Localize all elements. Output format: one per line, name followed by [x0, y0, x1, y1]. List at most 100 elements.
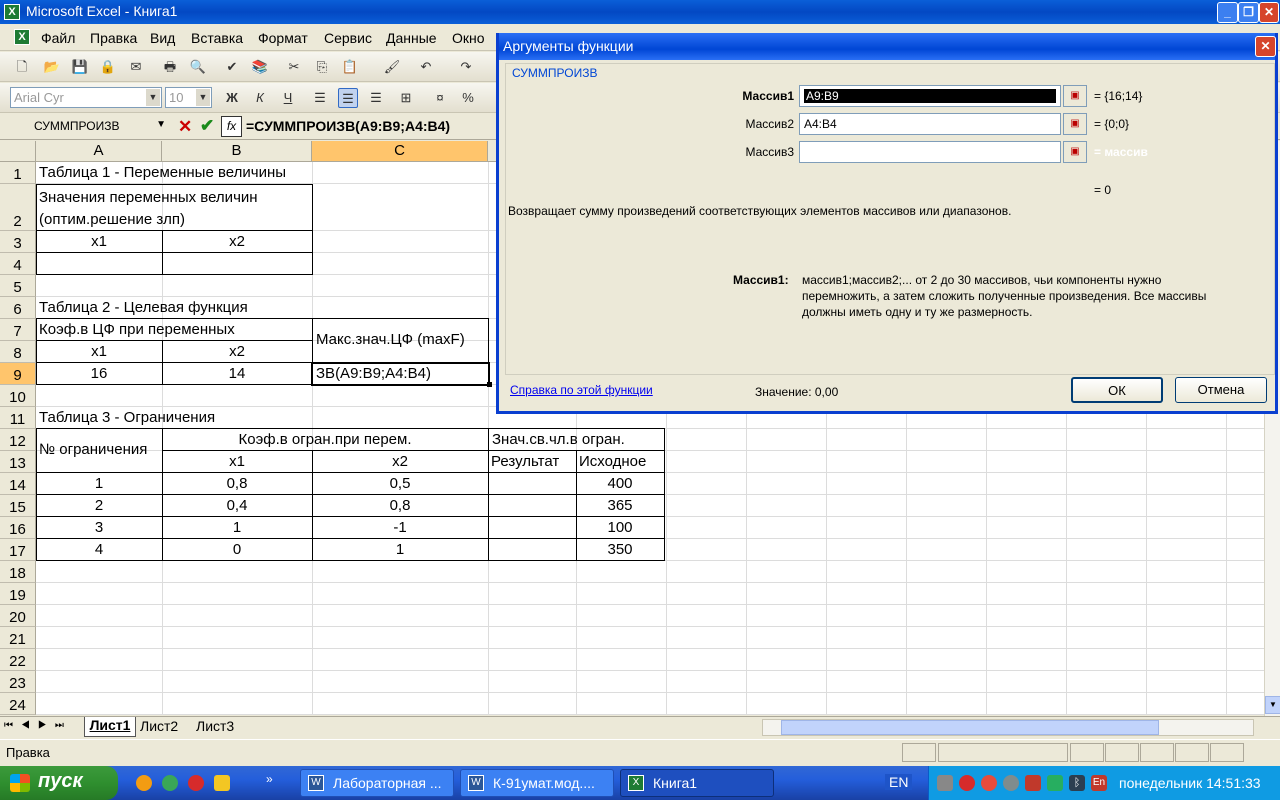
- workbook-icon[interactable]: X: [14, 29, 30, 45]
- select-all-corner[interactable]: [0, 141, 36, 162]
- cell-a7[interactable]: Коэф.в ЦФ при переменных: [39, 321, 235, 338]
- open-icon[interactable]: 📂: [42, 57, 62, 77]
- quicklaunch-app-icon[interactable]: [214, 775, 230, 791]
- row-header[interactable]: 15: [0, 495, 36, 517]
- row-header[interactable]: 2: [0, 184, 36, 231]
- row-header[interactable]: 20: [0, 605, 36, 627]
- cut-icon[interactable]: ✂: [284, 57, 304, 77]
- horizontal-scrollbar[interactable]: [762, 719, 1254, 736]
- row-header[interactable]: 22: [0, 649, 36, 671]
- table3-cell-n[interactable]: 4: [36, 541, 162, 558]
- dialog-title-bar[interactable]: Аргументы функции ✕: [499, 33, 1276, 60]
- fill-handle[interactable]: [487, 382, 492, 387]
- cell-a2-line2[interactable]: (оптим.решение злп): [39, 211, 185, 228]
- cell-a2-line1[interactable]: Значения переменных величин: [39, 189, 258, 206]
- row-header[interactable]: 6: [0, 297, 36, 319]
- row-header[interactable]: 10: [0, 385, 36, 407]
- ok-button[interactable]: ОК: [1071, 377, 1163, 403]
- cancel-button[interactable]: Отмена: [1175, 377, 1267, 403]
- table3-cell-src[interactable]: 100: [576, 519, 664, 536]
- table3-cell-x2[interactable]: 0,5: [312, 475, 488, 492]
- quicklaunch-opera-icon[interactable]: [188, 775, 204, 791]
- tray-icon[interactable]: [981, 775, 997, 791]
- cell-b9[interactable]: 14: [162, 365, 312, 382]
- row-header[interactable]: 9: [0, 363, 36, 385]
- percent-icon[interactable]: %: [458, 88, 478, 108]
- italic-icon[interactable]: К: [250, 88, 270, 108]
- tray-icon[interactable]: [1025, 775, 1041, 791]
- row-header[interactable]: 17: [0, 539, 36, 561]
- table3-cell-x1[interactable]: 0: [162, 541, 312, 558]
- cell-a11[interactable]: Таблица 3 - Ограничения: [39, 409, 215, 426]
- tray-icon[interactable]: [1003, 775, 1019, 791]
- cell-a8[interactable]: x1: [36, 343, 162, 360]
- row-header[interactable]: 19: [0, 583, 36, 605]
- excel-app-icon[interactable]: X: [4, 4, 20, 20]
- quicklaunch-network-icon[interactable]: [162, 775, 178, 791]
- table3-cell-x1[interactable]: 0,4: [162, 497, 312, 514]
- bold-icon[interactable]: Ж: [222, 88, 242, 108]
- tab-sheet3[interactable]: Лист3: [196, 718, 234, 734]
- save-icon[interactable]: 💾: [70, 57, 90, 77]
- cell-c13[interactable]: x2: [312, 453, 488, 470]
- cell-b13[interactable]: x1: [162, 453, 312, 470]
- cell-a3[interactable]: x1: [36, 233, 162, 250]
- table3-cell-n[interactable]: 3: [36, 519, 162, 536]
- collapse-dialog-icon[interactable]: ▣: [1063, 85, 1087, 107]
- start-button[interactable]: пуск: [0, 766, 118, 800]
- maximize-button[interactable]: ❐: [1238, 2, 1259, 23]
- format-painter-icon[interactable]: 🖌: [382, 57, 402, 77]
- cell-a9[interactable]: 16: [36, 365, 162, 382]
- horizontal-scroll-thumb[interactable]: [781, 720, 1159, 735]
- row-header[interactable]: 1: [0, 162, 36, 184]
- menu-tools[interactable]: Сервис: [324, 30, 372, 46]
- cancel-entry-icon[interactable]: ✕: [178, 117, 192, 137]
- row-header[interactable]: 13: [0, 451, 36, 473]
- formula-input[interactable]: =СУММПРОИЗВ(A9:B9;A4:B4): [246, 118, 450, 134]
- row-header[interactable]: 21: [0, 627, 36, 649]
- menu-data[interactable]: Данные: [386, 30, 437, 46]
- research-icon[interactable]: 📚: [250, 57, 270, 77]
- tray-icon[interactable]: [1047, 775, 1063, 791]
- chevron-down-icon[interactable]: ▼: [156, 119, 166, 130]
- arg2-input[interactable]: A4:B4: [799, 113, 1061, 135]
- keyboard-layout-icon[interactable]: En: [1091, 775, 1107, 791]
- row-header[interactable]: 5: [0, 275, 36, 297]
- collapse-dialog-icon[interactable]: ▣: [1063, 141, 1087, 163]
- row-header[interactable]: 14: [0, 473, 36, 495]
- row-header[interactable]: 16: [0, 517, 36, 539]
- align-center-icon[interactable]: ☰: [338, 88, 358, 108]
- menu-format[interactable]: Формат: [258, 30, 308, 46]
- row-header[interactable]: 4: [0, 253, 36, 275]
- cell-b12[interactable]: Коэф.в огран.при перем.: [162, 431, 488, 448]
- align-right-icon[interactable]: ☰: [366, 88, 386, 108]
- cell-b3[interactable]: x2: [162, 233, 312, 250]
- help-link[interactable]: Справка по этой функции: [510, 383, 653, 397]
- font-name-combo[interactable]: Arial Cyr ▼: [10, 87, 162, 108]
- close-button[interactable]: ✕: [1259, 2, 1279, 23]
- cell-a1[interactable]: Таблица 1 - Переменные величины: [39, 164, 286, 181]
- align-left-icon[interactable]: ☰: [310, 88, 330, 108]
- table3-cell-x1[interactable]: 0,8: [162, 475, 312, 492]
- column-header-a[interactable]: A: [36, 141, 162, 162]
- insert-function-icon[interactable]: fx: [221, 116, 242, 137]
- row-header[interactable]: 23: [0, 671, 36, 693]
- cell-a6[interactable]: Таблица 2 - Целевая функция: [39, 299, 248, 316]
- menu-window[interactable]: Окно: [452, 30, 485, 46]
- merge-center-icon[interactable]: ⊞: [396, 88, 416, 108]
- cell-d13[interactable]: Результат: [491, 453, 559, 470]
- dialog-close-icon[interactable]: ✕: [1255, 36, 1276, 57]
- table3-cell-x1[interactable]: 1: [162, 519, 312, 536]
- chevron-down-icon[interactable]: ▼: [196, 89, 210, 106]
- redo-icon[interactable]: ↷: [456, 57, 476, 77]
- quicklaunch-browser-icon[interactable]: [136, 775, 152, 791]
- permission-icon[interactable]: 🔒: [98, 57, 118, 77]
- copy-icon[interactable]: ⎘: [312, 57, 332, 77]
- underline-icon[interactable]: Ч: [278, 88, 298, 108]
- menu-insert[interactable]: Вставка: [191, 30, 243, 46]
- table3-cell-n[interactable]: 2: [36, 497, 162, 514]
- cell-c9[interactable]: ЗВ(A9:B9;A4:B4): [316, 365, 431, 382]
- new-icon[interactable]: 🗋: [12, 57, 32, 77]
- font-size-combo[interactable]: 10 ▼: [165, 87, 212, 108]
- row-header[interactable]: 12: [0, 429, 36, 451]
